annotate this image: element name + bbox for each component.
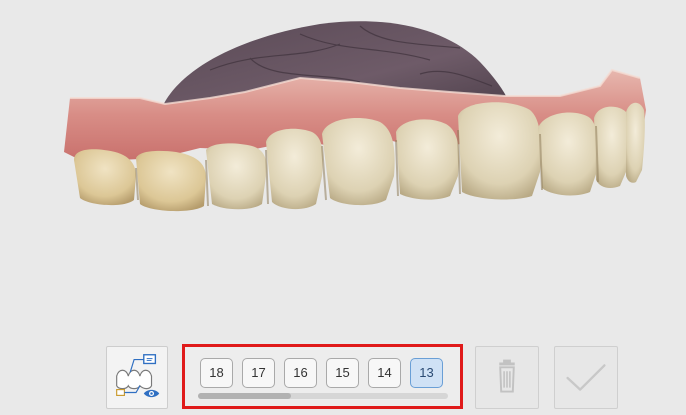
scan-workspace: 18 17 16 15 14 13: [0, 0, 686, 415]
scrollbar-thumb[interactable]: [198, 393, 291, 399]
tooth-chip-17[interactable]: 17: [242, 358, 275, 388]
teeth-view-eye-icon: [116, 354, 160, 398]
tooth-chip-18[interactable]: 18: [200, 358, 233, 388]
tooth-number-selector: 18 17 16 15 14 13: [182, 344, 463, 409]
tooth-chip-16[interactable]: 16: [284, 358, 317, 388]
delete-button[interactable]: [475, 346, 539, 409]
tooth-chip-15[interactable]: 15: [326, 358, 359, 388]
tooth-list-scrollbar[interactable]: [198, 393, 448, 399]
tooth-chip-13-selected[interactable]: 13: [410, 358, 443, 388]
dental-scan-3d-view[interactable]: [0, 0, 686, 340]
view-toggle-button[interactable]: [106, 346, 168, 409]
tooth-chip-14[interactable]: 14: [368, 358, 401, 388]
check-icon: [566, 364, 606, 391]
tooth-number-list: 18 17 16 15 14 13: [200, 358, 443, 388]
trash-icon: [499, 359, 515, 393]
confirm-button[interactable]: [554, 346, 618, 409]
